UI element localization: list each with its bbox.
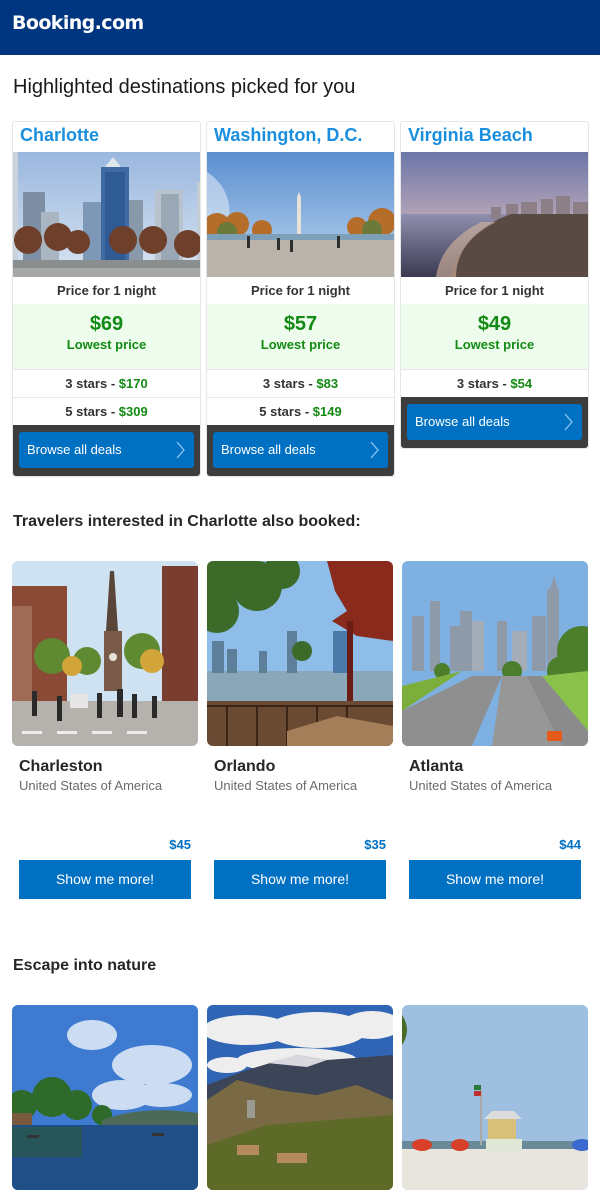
show-me-more-button[interactable]: Show me more! [409, 860, 581, 899]
recommendation-country: United States of America [409, 778, 553, 793]
show-me-more-button[interactable]: Show me more! [214, 860, 386, 899]
destination-name[interactable]: Charlotte [13, 122, 200, 152]
price-label: Price for 1 night [445, 283, 544, 298]
washington-monument-photo[interactable] [207, 152, 394, 277]
lowest-price-box: $57 Lowest price [207, 304, 394, 369]
destination-name[interactable]: Virginia Beach [401, 122, 588, 152]
browse-label: Browse all deals [415, 414, 510, 429]
recommendation-price: $35 [364, 837, 386, 852]
recommendation-country: United States of America [214, 778, 358, 793]
card-footer: Browse all deals [207, 425, 394, 476]
star-price-row: 5 stars - $149 [207, 397, 394, 425]
lowest-price-box: $69 Lowest price [13, 304, 200, 369]
price-label: Price for 1 night [57, 283, 156, 298]
lowest-price-label: Lowest price [260, 337, 341, 352]
show-me-more-button[interactable]: Show me more! [19, 860, 191, 899]
star-price: $83 [316, 376, 339, 391]
virginia-beach-sunset-photo[interactable] [401, 152, 588, 277]
lowest-price-box: $49 Lowest price [401, 304, 588, 369]
recommendation-card: Charleston United States of America $45 … [12, 561, 198, 899]
card-footer: Browse all deals [13, 425, 200, 476]
star-price: $54 [510, 376, 533, 391]
browse-label: Browse all deals [27, 442, 122, 457]
section-title-highlighted: Highlighted destinations picked for you [13, 76, 356, 98]
browse-all-deals-button[interactable]: Browse all deals [407, 404, 582, 440]
lowest-price-amount: $49 [477, 313, 512, 335]
star-price-row: 3 stars - $54 [401, 369, 588, 397]
recommendation-name[interactable]: Orlando [214, 758, 275, 776]
recommendation-country: United States of America [19, 778, 163, 793]
lowest-price-label: Lowest price [454, 337, 535, 352]
recommendation-card: Orlando United States of America $35 Sho… [207, 561, 393, 899]
browse-all-deals-button[interactable]: Browse all deals [213, 432, 388, 468]
chevron-right-icon [564, 413, 573, 431]
recommendation-name[interactable]: Charleston [19, 758, 103, 776]
star-price: $170 [118, 376, 148, 391]
lowest-price-label: Lowest price [66, 337, 147, 352]
atlanta-highway-photo[interactable] [402, 561, 588, 746]
card-footer: Browse all deals [401, 397, 588, 448]
lake-photo[interactable] [12, 1005, 198, 1190]
browse-label: Browse all deals [221, 442, 316, 457]
section-title-nature: Escape into nature [13, 957, 157, 974]
star-price-row: 3 stars - $83 [207, 369, 394, 397]
recommendation-name[interactable]: Atlanta [409, 758, 463, 776]
mountains-photo[interactable] [207, 1005, 393, 1190]
recommendation-price: $45 [169, 837, 191, 852]
browse-all-deals-button[interactable]: Browse all deals [19, 432, 194, 468]
booking-logo[interactable]: Booking.com [12, 12, 144, 34]
beach-lifeguard-photo[interactable] [402, 1005, 588, 1190]
star-label: 5 stars - [259, 404, 310, 419]
chevron-right-icon [370, 441, 379, 459]
header: Booking.com [0, 0, 600, 55]
lowest-price-amount: $69 [89, 313, 124, 335]
recommendation-card: Atlanta United States of America $44 Sho… [402, 561, 588, 899]
star-price: $149 [312, 404, 342, 419]
charleston-street-photo[interactable] [12, 561, 198, 746]
chevron-right-icon [176, 441, 185, 459]
destination-name[interactable]: Washington, D.C. [207, 122, 394, 152]
destination-card: Charlotte Price for 1 night $69 Lowest p… [12, 121, 201, 477]
section-title-also-booked: Travelers interested in Charlotte also b… [13, 513, 361, 530]
orlando-lake-photo[interactable] [207, 561, 393, 746]
lowest-price-amount: $57 [283, 313, 318, 335]
destination-card: Virginia Beach Price for 1 night $49 Low… [400, 121, 589, 449]
star-price-row: 5 stars - $309 [13, 397, 200, 425]
price-label: Price for 1 night [251, 283, 350, 298]
star-label: 5 stars - [65, 404, 116, 419]
star-price-row: 3 stars - $170 [13, 369, 200, 397]
star-label: 3 stars - [65, 376, 116, 391]
star-label: 3 stars - [262, 376, 313, 391]
star-price: $309 [118, 404, 148, 419]
recommendation-price: $44 [559, 837, 581, 852]
charlotte-skyline-photo[interactable] [13, 152, 200, 277]
destination-card: Washington, D.C. Price for 1 night $57 L… [206, 121, 395, 477]
star-label: 3 stars - [456, 376, 507, 391]
